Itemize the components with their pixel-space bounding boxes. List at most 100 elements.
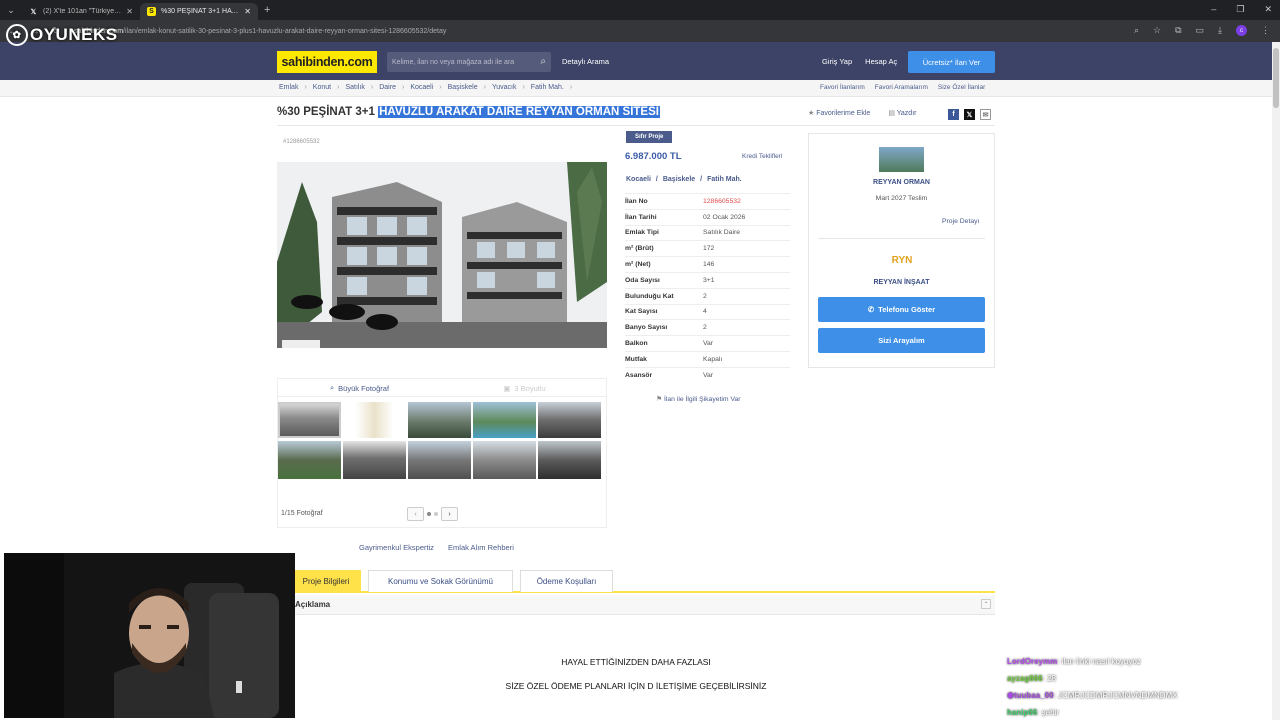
register-link[interactable]: Hesap Aç (865, 57, 897, 66)
spec-value: 3+1 (703, 276, 715, 284)
facebook-icon[interactable]: f (948, 109, 959, 120)
browser-tab-sahibinden[interactable]: S %30 PEŞİNAT 3+1 HAVUZLU AI ✕ (140, 3, 258, 20)
title-selected-text[interactable]: HAVUZLU ARAKAT DAİRE REYYAN ORMAN SİTESİ (378, 106, 660, 118)
location-city[interactable]: Kocaeli (626, 176, 651, 183)
call-me-button[interactable]: Sizi Arayalım (818, 328, 985, 353)
thumbnail[interactable] (538, 441, 601, 479)
thumbnail[interactable] (278, 402, 341, 438)
login-link[interactable]: Giriş Yap (822, 57, 852, 66)
project-thumbnail[interactable] (879, 147, 924, 172)
x-share-icon[interactable]: 𝕏 (964, 109, 975, 120)
tab-search-chevron-icon[interactable]: ⌄ (0, 0, 22, 20)
complaint-label: İlan ile İlgili Şikayetim Var (663, 396, 741, 403)
favorite-searches-link[interactable]: Favori Aramalarım (875, 84, 928, 91)
window-close-icon[interactable]: ✕ (1264, 4, 1272, 15)
browser-menu-icon[interactable]: ⋮ (1261, 25, 1270, 36)
description-line: HAYAL ETTİĞİNİZDEN DAHA FAZLASI (561, 657, 711, 667)
spec-table: İlan No 1286605532 İlan Tarihi 02 Ocak 202… (625, 193, 790, 383)
search-input[interactable]: Kelime, ilan no veya mağaza adı ile ara … (387, 52, 551, 72)
header-links: Giriş Yap Hesap Aç (822, 57, 897, 66)
project-detail-link[interactable]: Proje Detayı (942, 218, 979, 225)
thumbnail[interactable] (408, 441, 471, 479)
photo-counter: 1/15 Fotoğraf (281, 510, 323, 517)
breadcrumb-item[interactable]: Yuvacık (492, 84, 517, 91)
breadcrumb-item[interactable]: Satılık (345, 84, 364, 91)
page-scrollbar[interactable] (1272, 42, 1280, 720)
thumbnail[interactable] (343, 441, 406, 479)
thumbnail[interactable] (473, 402, 536, 438)
thumbnail[interactable] (408, 402, 471, 438)
title-plain: %30 PEŞİNAT 3+1 (277, 106, 379, 118)
breadcrumb-item[interactable]: Kocaeli (410, 84, 433, 91)
spec-key: Banyo Sayısı (625, 324, 668, 332)
sidebar-divider (818, 238, 985, 239)
thumbnail[interactable] (343, 402, 406, 438)
breadcrumb-item[interactable]: Emlak (279, 84, 298, 91)
add-favorite-link[interactable]: ★ Favorilerime Ekle (808, 109, 870, 117)
maximize-icon[interactable]: ❐ (1236, 4, 1244, 15)
breadcrumb-separator: › (439, 84, 442, 91)
detailed-search-link[interactable]: Detaylı Arama (562, 57, 609, 66)
extensions-icon[interactable]: ⧉ (1175, 25, 1181, 36)
site-logo[interactable]: sahibinden.com (277, 51, 377, 73)
thumbnail[interactable] (538, 402, 601, 438)
thumbnail[interactable] (473, 441, 536, 479)
url-path: /ilan/emlak-konut-satilik-30-pesinat-3-p… (123, 27, 447, 35)
credit-offers-link[interactable]: Kredi Teklifleri (742, 153, 782, 160)
new-tab-plus-icon[interactable]: + (264, 4, 270, 16)
tab-close-icon[interactable]: ✕ (126, 7, 133, 16)
scrollbar-thumb[interactable] (1273, 48, 1279, 108)
page-dot[interactable] (427, 512, 431, 516)
project-name[interactable]: REYYAN ORMAN (808, 179, 995, 186)
personal-listings-link[interactable]: Size Özel İlanlar (938, 84, 985, 91)
sidebar-icon[interactable]: ▭ (1196, 25, 1205, 36)
location: Kocaeli / Başiskele / Fatih Mah. (626, 176, 742, 183)
location-separator: / (700, 176, 703, 183)
main-photo[interactable] (277, 162, 607, 348)
spec-value: 2 (703, 292, 707, 300)
downloads-icon[interactable]: ⤓ (1218, 25, 1222, 36)
purchase-guide-link[interactable]: Emlak Alım Rehberi (448, 543, 514, 552)
breadcrumb-item[interactable]: Fatih Mah. (531, 84, 564, 91)
post-ad-button[interactable]: Ücretsiz* İlan Ver (908, 51, 995, 73)
profile-avatar[interactable]: c (1236, 25, 1247, 36)
minimize-icon[interactable]: – (1211, 4, 1216, 15)
spec-value: 02 Ocak 2026 (703, 213, 746, 221)
phone-icon: ✆ (867, 305, 875, 314)
browser-tab-x[interactable]: 𝕏 (2) X'te 101an "Türkiye'yi ziyare ✕ (22, 3, 140, 20)
location-district[interactable]: Başiskele (663, 176, 695, 183)
bookmark-star-icon[interactable]: ☆ (1153, 25, 1161, 36)
expertise-link[interactable]: Gayrimenkul Ekspertiz (359, 543, 434, 552)
address-bar: ← → ↻ sahibinden.com/ilan/emlak-konut-sa… (0, 20, 1280, 42)
show-phone-button[interactable]: ✆ Telefonu Göster (818, 297, 985, 322)
tab-project-info[interactable]: Proje Bilgileri (291, 570, 361, 592)
tab-location[interactable]: Konumu ve Sokak Görünümü (368, 570, 513, 592)
complaint-link[interactable]: ⚑ İlan ile İlgili Şikayetim Var (656, 395, 741, 403)
next-page-chevron-icon[interactable]: › (441, 507, 458, 521)
collapse-chevron-icon[interactable]: ⌃ (981, 599, 991, 609)
watermark-text: OYUNEKS (30, 25, 118, 44)
zoom-icon[interactable]: ⌕ (1134, 25, 1139, 36)
spec-key: Mutfak (625, 355, 647, 363)
favorite-listings-link[interactable]: Favori İlanlarım (820, 84, 865, 91)
url-field[interactable]: sahibinden.com/ilan/emlak-konut-satilik-… (74, 28, 446, 35)
breadcrumb-item[interactable]: Başiskele (448, 84, 478, 91)
prev-page-chevron-icon[interactable]: ‹ (407, 507, 424, 521)
tab-close-icon[interactable]: ✕ (244, 7, 251, 16)
title-divider (277, 125, 995, 126)
location-neighborhood[interactable]: Fatih Mah. (707, 176, 742, 183)
page-dot[interactable] (434, 512, 438, 516)
chat-badge-icon: ⬢ (1007, 691, 1014, 700)
email-icon[interactable]: ✉ (980, 109, 991, 120)
tab-payment[interactable]: Ödeme Koşulları (520, 570, 613, 592)
big-photo-button[interactable]: ⌕ Büyük Fotoğraf (277, 380, 442, 396)
print-label: Yazdır (896, 110, 917, 117)
breadcrumb-item[interactable]: Daire (379, 84, 396, 91)
print-link[interactable]: ▤ Yazdır (888, 109, 916, 117)
breadcrumb-item[interactable]: Konut (313, 84, 331, 91)
search-icon[interactable]: ⌕ (540, 56, 546, 67)
three-d-button[interactable]: ▣ 3 Boyutlu (442, 380, 607, 396)
thumbnail[interactable] (278, 441, 341, 479)
firm-name[interactable]: REYYAN İNŞAAT (808, 279, 995, 286)
breadcrumb-separator: › (370, 84, 374, 91)
